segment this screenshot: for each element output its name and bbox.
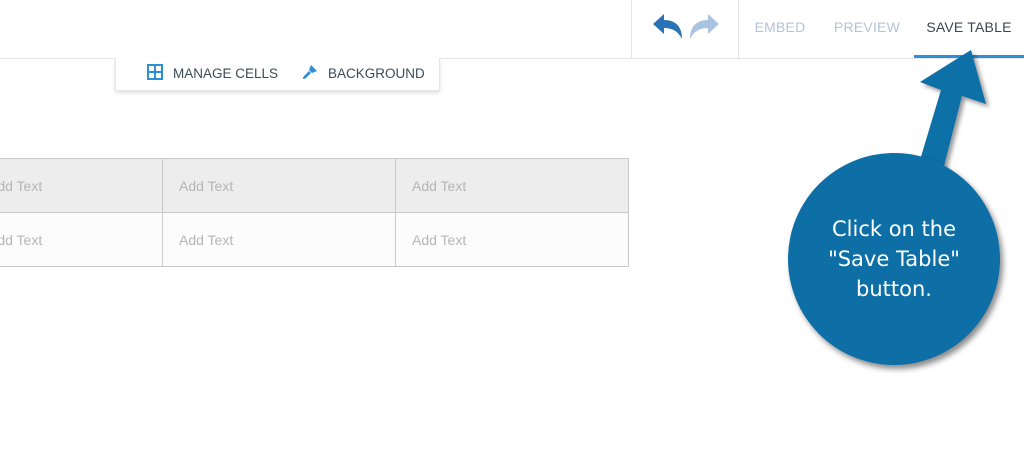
table-cell[interactable]: Add Text xyxy=(162,158,396,213)
grid-icon xyxy=(147,64,163,81)
save-table-button[interactable]: SAVE TABLE xyxy=(914,0,1024,58)
cell-toolbar: MANAGE CELLS BACKGROUND xyxy=(115,58,440,91)
top-bar: EMBED PREVIEW SAVE TABLE xyxy=(0,0,1024,59)
manage-cells-label: MANAGE CELLS xyxy=(173,66,279,81)
background-button[interactable]: BACKGROUND xyxy=(302,58,425,89)
table-row: Add Text Add Text Add Text xyxy=(0,158,629,213)
undo-icon xyxy=(653,14,682,39)
table-cell[interactable]: Add Text xyxy=(0,158,163,213)
undo-button[interactable] xyxy=(651,12,685,42)
manage-cells-button[interactable]: MANAGE CELLS xyxy=(147,58,278,89)
redo-icon xyxy=(690,14,719,39)
table-cell[interactable]: Add Text xyxy=(0,212,163,267)
background-label: BACKGROUND xyxy=(328,66,425,81)
table-row: Add Text Add Text Add Text xyxy=(0,212,629,267)
paint-brush-icon xyxy=(302,64,318,80)
table-cell[interactable]: Add Text xyxy=(395,212,629,267)
page: EMBED PREVIEW SAVE TABLE MANAGE CELLS BA… xyxy=(0,0,1024,456)
callout-text: Click on the "Save Table" button. xyxy=(828,217,960,301)
table-cell[interactable]: Add Text xyxy=(162,212,396,267)
data-table: Add Text Add Text Add Text Add Text Add … xyxy=(0,158,629,267)
table-cell[interactable]: Add Text xyxy=(395,158,629,213)
undo-redo-group xyxy=(631,0,739,58)
embed-button[interactable]: EMBED xyxy=(740,0,820,58)
redo-button[interactable] xyxy=(687,12,721,42)
preview-button[interactable]: PREVIEW xyxy=(822,0,912,58)
callout-bubble: Click on the "Save Table" button. xyxy=(788,153,1000,365)
